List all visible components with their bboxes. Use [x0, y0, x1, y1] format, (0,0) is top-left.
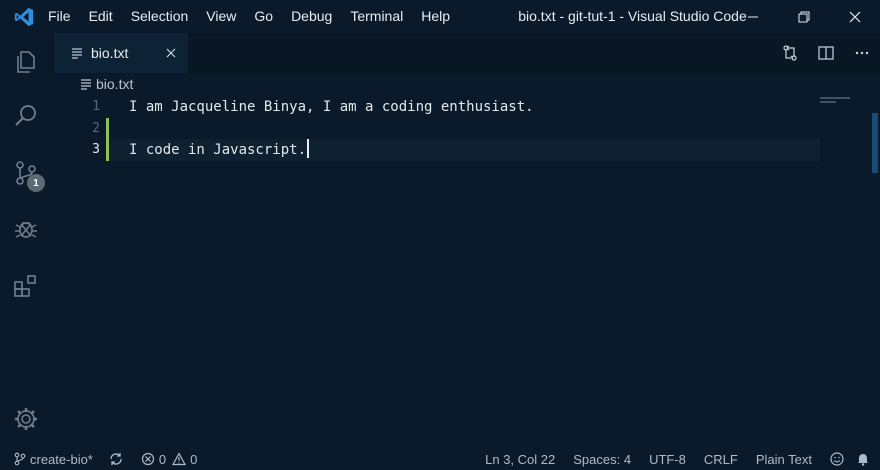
cursor-position[interactable]: Ln 3, Col 22	[485, 452, 555, 467]
text-cursor	[307, 139, 310, 158]
menu-debug[interactable]: Debug	[282, 0, 341, 33]
source-control-badge: 1	[27, 174, 45, 192]
compare-changes-icon	[783, 45, 797, 61]
line-text: I code in Javascript.	[129, 142, 307, 158]
menu-help[interactable]: Help	[412, 0, 459, 33]
added-line-marker	[106, 118, 109, 140]
menu-selection[interactable]: Selection	[122, 0, 198, 33]
files-icon	[17, 51, 35, 73]
code-line[interactable]: 2	[52, 118, 820, 140]
feedback-button[interactable]	[830, 448, 844, 470]
line-text: I am Jacqueline Binya, I am a coding ent…	[129, 99, 534, 115]
ellipsis-icon	[855, 51, 869, 55]
minimize-button[interactable]	[727, 0, 778, 33]
search-icon	[15, 105, 36, 126]
vertical-scrollbar[interactable]	[870, 95, 880, 448]
editor-actions	[772, 33, 880, 73]
breadcrumb: bio.txt	[52, 73, 880, 95]
minimap-line	[820, 97, 850, 99]
scrollbar-thumb[interactable]	[872, 113, 878, 173]
encoding-status[interactable]: UTF-8	[649, 452, 686, 467]
more-actions-button[interactable]	[844, 33, 880, 73]
branch-name: create-bio*	[30, 451, 93, 467]
line-number: 3	[92, 142, 100, 157]
split-editor-icon	[818, 46, 834, 60]
code-line[interactable]: 1 I am Jacqueline Binya, I am a coding e…	[52, 96, 820, 118]
error-icon	[141, 452, 154, 466]
indentation-status[interactable]: Spaces: 4	[573, 452, 631, 467]
bell-icon	[858, 454, 868, 466]
tab-bio-txt[interactable]: bio.txt	[54, 33, 188, 73]
debug-button[interactable]	[0, 205, 52, 253]
eol-status[interactable]: CRLF	[704, 452, 738, 467]
line-number: 1	[92, 99, 100, 114]
notifications-button[interactable]	[856, 448, 870, 470]
extensions-button[interactable]	[0, 262, 52, 310]
window-controls	[727, 0, 880, 33]
branch-status[interactable]: create-bio*	[14, 448, 93, 470]
open-changes-button[interactable]	[772, 33, 808, 73]
status-bar-right: Ln 3, Col 22 Spaces: 4 UTF-8 CRLF Plain …	[485, 448, 880, 470]
menu-view[interactable]: View	[197, 0, 245, 33]
extensions-icon	[14, 275, 36, 297]
restore-button[interactable]	[778, 0, 829, 33]
smiley-icon	[830, 452, 844, 466]
code-line[interactable]: 3 I code in Javascript.	[52, 139, 820, 161]
activity-bar: 1	[0, 33, 52, 448]
search-button[interactable]	[0, 92, 52, 140]
restore-icon	[798, 11, 809, 22]
warning-icon	[172, 452, 187, 466]
text-file-icon	[72, 48, 82, 59]
tab-label: bio.txt	[91, 45, 129, 61]
source-control-button[interactable]: 1	[0, 149, 52, 197]
vscode-logo-icon	[0, 0, 48, 33]
added-line-marker	[106, 139, 109, 161]
title-bar: File Edit Selection View Go Debug Termin…	[0, 0, 880, 33]
menu-file[interactable]: File	[48, 0, 80, 33]
explorer-button[interactable]	[0, 38, 52, 86]
language-mode[interactable]: Plain Text	[756, 452, 812, 467]
status-bar: create-bio* 0 0 Ln 3, Col 22 Spaces: 4 U…	[0, 448, 880, 470]
line-text-active: I code in Javascript.	[129, 139, 310, 161]
tab-close-button[interactable]	[163, 45, 179, 61]
warning-count: 0	[190, 451, 198, 467]
menu-go[interactable]: Go	[245, 0, 282, 33]
close-window-button[interactable]	[829, 0, 880, 33]
split-editor-button[interactable]	[808, 33, 844, 73]
menu-bar: File Edit Selection View Go Debug Termin…	[48, 0, 459, 33]
editor-area[interactable]: 1 I am Jacqueline Binya, I am a coding e…	[52, 95, 880, 448]
close-icon	[166, 48, 176, 58]
breadcrumb-file[interactable]: bio.txt	[96, 76, 133, 92]
minimap[interactable]	[820, 95, 870, 448]
problems-status[interactable]: 0 0	[141, 448, 197, 470]
minimap-line	[820, 101, 836, 103]
sync-button[interactable]	[109, 448, 123, 470]
menu-terminal[interactable]: Terminal	[341, 0, 412, 33]
line-number: 2	[92, 121, 100, 136]
close-icon	[849, 11, 860, 22]
settings-button[interactable]	[0, 395, 52, 443]
tab-bar: bio.txt	[52, 33, 880, 73]
menu-edit[interactable]: Edit	[80, 0, 122, 33]
git-branch-icon	[14, 452, 26, 466]
minimize-icon	[747, 16, 758, 17]
debug-icon	[15, 222, 37, 238]
text-file-icon	[81, 79, 91, 90]
gear-icon	[15, 408, 37, 430]
sync-icon	[110, 453, 122, 465]
error-count: 0	[158, 451, 167, 467]
